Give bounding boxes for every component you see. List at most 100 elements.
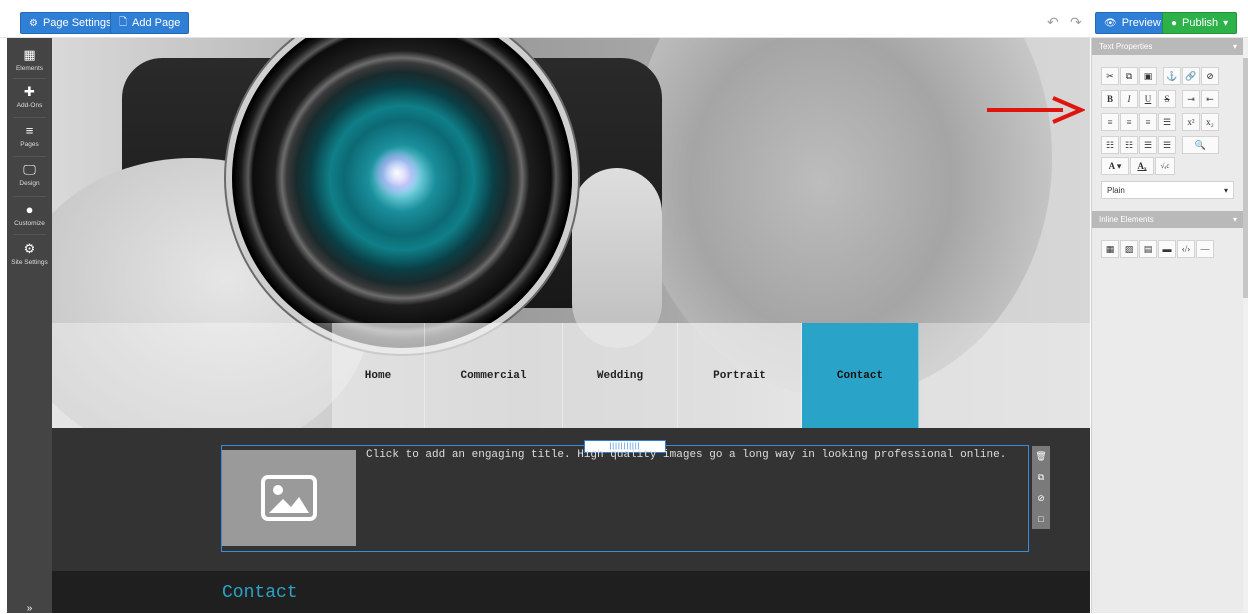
font-color-icon[interactable]: A ▾ bbox=[1101, 157, 1129, 175]
code-icon[interactable]: ‹/› bbox=[1177, 240, 1195, 258]
chevron-down-icon: ▾ bbox=[1232, 42, 1237, 51]
redo-icon[interactable]: ↷ bbox=[1070, 14, 1082, 31]
expand-icon[interactable]: » bbox=[7, 604, 52, 614]
nav-label: Portrait bbox=[713, 369, 766, 382]
toolbar-row-lists: ☷ ☷ ☰ ☰ 🔍 bbox=[1101, 136, 1220, 154]
clear-format-icon[interactable]: Aₓ bbox=[1130, 157, 1154, 175]
strikethrough-icon[interactable]: S bbox=[1158, 90, 1176, 108]
chevron-down-icon: ▾ bbox=[1232, 215, 1237, 224]
drop-icon: ● bbox=[25, 202, 34, 217]
block-toolbar: 🗑 ⧉ ⊘ □ bbox=[1032, 446, 1050, 529]
publish-label: Publish bbox=[1182, 17, 1219, 29]
page-canvas: Home Commercial Wedding Portrait Contact… bbox=[52, 38, 1090, 613]
subscript-icon[interactable]: x₂ bbox=[1201, 113, 1219, 131]
undo-icon[interactable]: ↶ bbox=[1047, 14, 1059, 31]
inline-elements-row: ▦ ▨ ▤ ▬ ‹/› — bbox=[1101, 240, 1215, 258]
cut-icon[interactable]: ✂ bbox=[1101, 67, 1119, 85]
search-icon[interactable]: 🔍 bbox=[1182, 136, 1219, 154]
block-title-text[interactable]: Click to add an engaging title. High qua… bbox=[366, 449, 1006, 461]
monitor-icon: 🖵 bbox=[23, 162, 36, 177]
sidebar-item-label: Customize bbox=[14, 220, 45, 227]
square-icon[interactable]: □ bbox=[1038, 514, 1043, 524]
nav-label: Commercial bbox=[460, 369, 527, 382]
nav-item-contact[interactable]: Contact bbox=[802, 323, 919, 428]
copy-icon[interactable]: ⧉ bbox=[1038, 472, 1044, 482]
unlink-icon[interactable]: ⊘ bbox=[1201, 67, 1219, 85]
page-settings-button[interactable]: ⚙ Page Settings bbox=[20, 12, 121, 34]
add-page-label: Add Page bbox=[132, 17, 181, 29]
page-icon: 🗋 bbox=[119, 16, 128, 28]
paste-icon[interactable]: ▣ bbox=[1139, 67, 1157, 85]
table-icon[interactable]: ▦ bbox=[1101, 240, 1119, 258]
divider bbox=[13, 234, 46, 235]
horizontal-rule-icon[interactable]: — bbox=[1196, 240, 1214, 258]
trash-icon[interactable]: 🗑 bbox=[1035, 451, 1046, 461]
preview-label: Preview bbox=[1121, 17, 1161, 29]
divider bbox=[13, 78, 46, 79]
page-settings-label: Page Settings bbox=[42, 17, 112, 29]
hide-icon[interactable]: ⊘ bbox=[1037, 493, 1045, 503]
publish-button[interactable]: ● Publish ▾ bbox=[1162, 12, 1238, 34]
link-icon[interactable]: 🔗 bbox=[1182, 67, 1200, 85]
bold-icon[interactable]: B bbox=[1101, 90, 1119, 108]
superscript-icon[interactable]: x² bbox=[1182, 113, 1200, 131]
align-left-icon[interactable]: ≡ bbox=[1101, 113, 1119, 131]
align-center-icon[interactable]: ≡ bbox=[1120, 113, 1138, 131]
sidebar-item-pages[interactable]: ≡ Pages bbox=[7, 124, 52, 149]
sidebar-item-add-ons[interactable]: ✚ Add-Ons bbox=[7, 84, 52, 110]
sidebar-item-customize[interactable]: ● Customize bbox=[7, 202, 52, 228]
bulleted-list-icon[interactable]: ☷ bbox=[1101, 136, 1119, 154]
caret-down-icon: ▾ bbox=[1223, 17, 1229, 29]
top-toolbar: ⚙ Page Settings 🗋 Add Page ↶ ↷ 👁 Preview… bbox=[0, 0, 1248, 38]
format-select[interactable]: Plain ▾ bbox=[1101, 181, 1234, 199]
outdent-icon[interactable]: ⇤ bbox=[1201, 90, 1219, 108]
contact-heading[interactable]: Contact bbox=[222, 583, 298, 603]
button-icon[interactable]: ▬ bbox=[1158, 240, 1176, 258]
preview-button[interactable]: 👁 Preview bbox=[1095, 12, 1170, 34]
nav-item-commercial[interactable]: Commercial bbox=[425, 323, 563, 428]
nav-item-wedding[interactable]: Wedding bbox=[563, 323, 678, 428]
sidebar-item-label: Elements bbox=[15, 65, 44, 72]
sidebar-item-label: Add-Ons bbox=[16, 102, 43, 109]
underline-icon[interactable]: U bbox=[1139, 90, 1157, 108]
image-placeholder[interactable] bbox=[222, 450, 356, 546]
nav-label: Contact bbox=[836, 369, 884, 382]
hero-photo-flare bbox=[372, 148, 422, 198]
toolbar-row-align: ≡ ≡ ≡ ☰ x² x₂ bbox=[1101, 113, 1220, 131]
red-arrow-icon bbox=[987, 96, 1085, 124]
sidebar-item-site-settings[interactable]: ⚙ Site Settings bbox=[7, 242, 52, 267]
gear-icon: ⚙ bbox=[29, 17, 38, 29]
video-icon[interactable]: ▤ bbox=[1139, 240, 1157, 258]
align-right-icon[interactable]: ≡ bbox=[1139, 113, 1157, 131]
inline-elements-header[interactable]: Inline Elements ▾ bbox=[1092, 211, 1244, 228]
math-icon[interactable]: √ₐc bbox=[1155, 157, 1175, 175]
divider bbox=[13, 196, 46, 197]
image-icon bbox=[261, 475, 317, 521]
text-properties-header[interactable]: Text Properties ▾ bbox=[1092, 38, 1244, 55]
increase-list-icon[interactable]: ☰ bbox=[1158, 136, 1176, 154]
sidebar-item-label: Pages bbox=[20, 141, 39, 148]
inline-elements-label: Inline Elements bbox=[1099, 215, 1154, 224]
sidebar-item-design[interactable]: 🖵 Design bbox=[7, 162, 52, 188]
anchor-icon[interactable]: ⚓ bbox=[1163, 67, 1181, 85]
nav-label: Home bbox=[364, 369, 392, 382]
divider bbox=[13, 156, 46, 157]
indent-icon[interactable]: ⇥ bbox=[1182, 90, 1200, 108]
format-select-value: Plain bbox=[1107, 185, 1125, 195]
italic-icon[interactable]: I bbox=[1120, 90, 1138, 108]
image-icon[interactable]: ▨ bbox=[1120, 240, 1138, 258]
scrollbar-thumb[interactable] bbox=[1243, 58, 1248, 298]
align-justify-icon[interactable]: ☰ bbox=[1158, 113, 1176, 131]
globe-icon: ● bbox=[1171, 17, 1178, 29]
sidebar-item-elements[interactable]: ▦ Elements bbox=[7, 48, 52, 73]
copy-icon[interactable]: ⧉ bbox=[1120, 67, 1138, 85]
eye-icon: 👁 bbox=[1104, 17, 1117, 29]
add-page-button[interactable]: 🗋 Add Page bbox=[110, 12, 190, 34]
decrease-list-icon[interactable]: ☰ bbox=[1139, 136, 1157, 154]
nav-item-portrait[interactable]: Portrait bbox=[678, 323, 802, 428]
scrollbar[interactable] bbox=[1243, 38, 1248, 613]
numbered-list-icon[interactable]: ☷ bbox=[1120, 136, 1138, 154]
right-properties-panel: Text Properties ▾ ✂ ⧉ ▣ ⚓ 🔗 ⊘ B I U S ⇥ … bbox=[1091, 38, 1244, 613]
plus-icon: ✚ bbox=[24, 84, 35, 99]
nav-item-home[interactable]: Home bbox=[332, 323, 425, 428]
